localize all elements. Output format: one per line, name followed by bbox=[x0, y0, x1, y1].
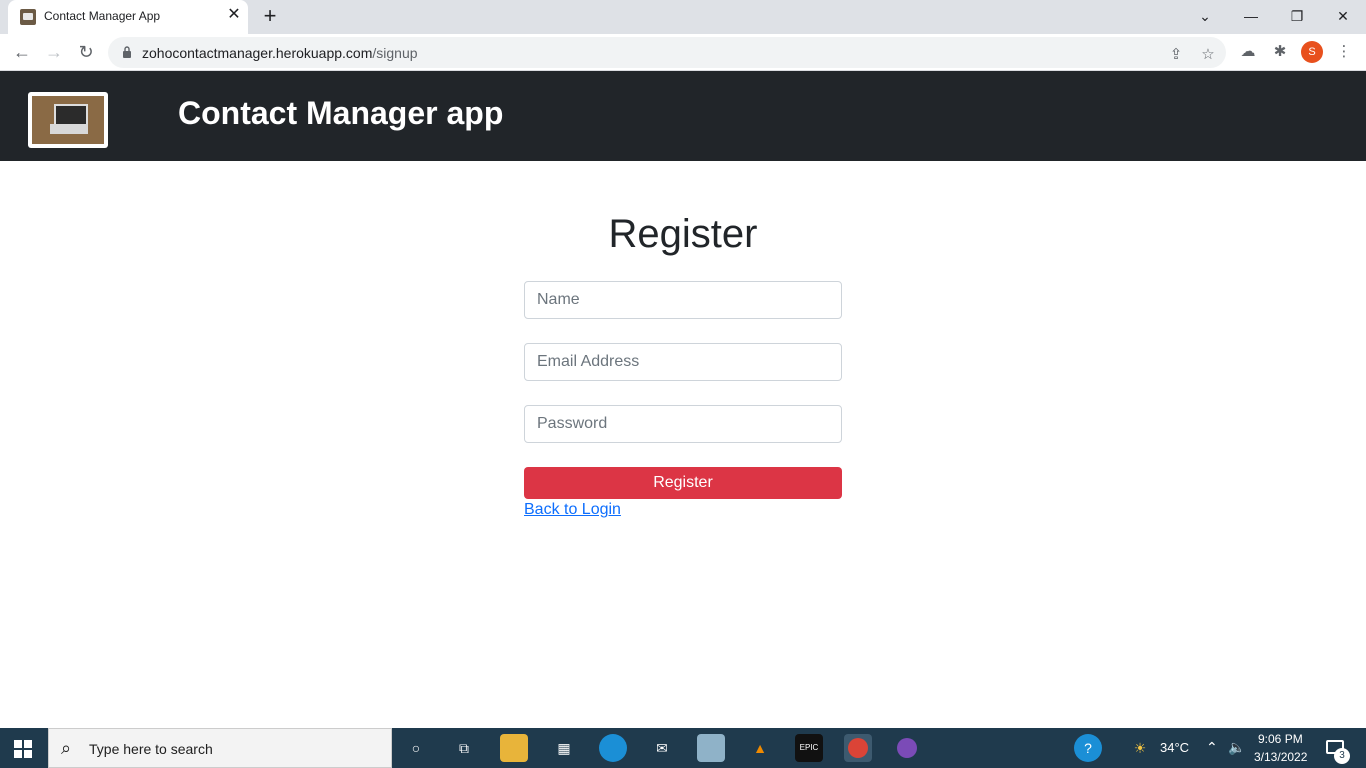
tab-search-icon[interactable]: ⌄ bbox=[1193, 6, 1217, 26]
windows-start-icon[interactable] bbox=[14, 740, 32, 758]
search-placeholder: Type here to search bbox=[89, 741, 213, 757]
chevron-up-icon[interactable]: ⌃ bbox=[1206, 739, 1218, 756]
favicon-icon bbox=[20, 9, 36, 25]
back-to-login-link[interactable]: Back to Login bbox=[524, 501, 621, 519]
laptop-image bbox=[32, 96, 104, 144]
puzzle-icon[interactable]: ✱ bbox=[1270, 42, 1290, 62]
page-title: Register bbox=[608, 212, 758, 256]
mail-icon[interactable]: ✉ bbox=[648, 734, 676, 762]
search-icon: ⌕ bbox=[61, 738, 72, 758]
volume-icon[interactable]: 🔈 bbox=[1228, 739, 1245, 756]
email-input[interactable] bbox=[524, 343, 842, 381]
edge-icon[interactable] bbox=[599, 734, 627, 762]
name-input[interactable] bbox=[524, 281, 842, 319]
back-arrow-icon[interactable]: ← bbox=[10, 41, 34, 65]
browser-toolbar: ← → ↻ zohocontactmanager.herokuapp.com/s… bbox=[0, 34, 1366, 71]
taskbar-search[interactable]: ⌕ Type here to search bbox=[48, 728, 392, 768]
app-icon[interactable] bbox=[697, 734, 725, 762]
new-tab-button[interactable]: + bbox=[260, 5, 280, 29]
lock-icon bbox=[123, 46, 131, 58]
minimize-button[interactable]: — bbox=[1239, 6, 1263, 26]
help-icon[interactable]: ? bbox=[1074, 734, 1102, 762]
site-title: Contact Manager app bbox=[178, 95, 504, 131]
share-icon[interactable]: ⇪ bbox=[1166, 45, 1186, 65]
taskbar: ⌕ Type here to search ○ ⧉ ▦ ✉ ▲ EPIC ? ☀… bbox=[0, 728, 1366, 768]
restore-button[interactable]: ❐ bbox=[1285, 6, 1309, 26]
menu-kebab-icon[interactable]: ⋮ bbox=[1334, 42, 1354, 62]
epic-games-icon[interactable]: EPIC bbox=[795, 734, 823, 762]
github-desktop-icon[interactable] bbox=[893, 734, 921, 762]
address-bar[interactable]: zohocontactmanager.herokuapp.com/signup … bbox=[108, 37, 1226, 68]
store-icon[interactable]: ▦ bbox=[550, 734, 578, 762]
cortana-icon[interactable]: ○ bbox=[402, 734, 430, 762]
reload-icon[interactable]: ↻ bbox=[74, 41, 98, 65]
password-input[interactable] bbox=[524, 405, 842, 443]
file-explorer-icon[interactable] bbox=[500, 734, 528, 762]
notification-badge: 3 bbox=[1334, 748, 1350, 764]
bookmark-star-icon[interactable]: ☆ bbox=[1198, 45, 1218, 65]
clock-time[interactable]: 9:06 PM bbox=[1258, 732, 1303, 746]
clock-date[interactable]: 3/13/2022 bbox=[1254, 750, 1307, 764]
forward-arrow-icon[interactable]: → bbox=[42, 41, 66, 65]
browser-tab[interactable]: Contact Manager App ✕ bbox=[8, 0, 248, 34]
tab-title: Contact Manager App bbox=[44, 9, 161, 23]
extension-icon[interactable]: ☁ bbox=[1238, 42, 1258, 62]
close-tab-icon[interactable]: ✕ bbox=[226, 7, 242, 23]
brand-logo[interactable] bbox=[28, 92, 108, 148]
profile-avatar[interactable]: S bbox=[1301, 41, 1323, 63]
register-button[interactable]: Register bbox=[524, 467, 842, 499]
vlc-icon[interactable]: ▲ bbox=[746, 734, 774, 762]
close-window-button[interactable]: ✕ bbox=[1331, 6, 1355, 26]
chrome-icon[interactable] bbox=[844, 734, 872, 762]
task-view-icon[interactable]: ⧉ bbox=[450, 734, 478, 762]
weather-icon[interactable]: ☀ bbox=[1126, 734, 1154, 762]
weather-temp[interactable]: 34°C bbox=[1160, 740, 1189, 755]
browser-tabstrip: Contact Manager App ✕ + ⌄ — ❐ ✕ bbox=[0, 0, 1366, 34]
url-text: zohocontactmanager.herokuapp.com/signup bbox=[142, 45, 418, 61]
